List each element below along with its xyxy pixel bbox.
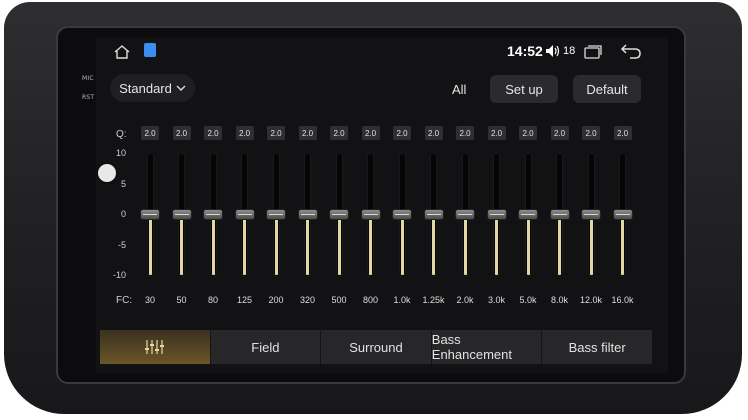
band-frequency-label: 1.25k [422,295,445,305]
preset-label: Standard [119,80,172,96]
tab-bass-filter[interactable]: Bass filter [542,330,652,364]
tab-surround[interactable]: Surround [321,330,432,364]
band-slider-knob[interactable] [204,209,222,219]
band-frequency-label: 2.0k [456,295,474,305]
home-icon[interactable] [114,45,130,59]
band-slider-knob[interactable] [519,209,537,219]
band-frequency-label: 50 [176,295,187,305]
band-slider-knob[interactable] [330,209,348,219]
band-slider-fill [337,218,341,275]
band-frequency-label: 200 [268,295,284,305]
q-value-box[interactable]: 2.0 [424,126,443,140]
band-slider-fill [495,218,498,275]
band-slider-knob[interactable] [582,209,600,219]
band-frequency-label: 80 [207,295,218,305]
q-value-box[interactable]: 2.0 [172,126,191,140]
side-panel-handle[interactable] [98,164,116,182]
band-slider-knob[interactable] [550,209,569,219]
preset-dropdown[interactable]: Standard [110,74,195,102]
band-slider-fill [558,218,561,275]
band-frequency-label: 500 [331,295,347,305]
eq-tab-bar: Field Surround Bass Enhancement Bass fil… [100,330,652,364]
band-slider-fill [369,218,372,275]
q-value-box[interactable]: 2.0 [519,126,537,140]
band-slider-knob[interactable] [235,209,254,219]
band-slider-knob[interactable] [172,209,191,219]
q-row-label: Q: [116,129,127,140]
band-slider-knob[interactable] [487,209,506,219]
gain-tick-label: 10 [115,148,126,158]
mic-label: MIC [82,75,94,82]
default-button[interactable]: Default [573,75,641,103]
gain-tick-label: -5 [117,239,126,250]
q-value-box[interactable]: 2.0 [613,126,632,140]
gain-tick-label: -10 [112,270,126,280]
band-frequency-label: 8.0k [550,295,568,305]
equalizer-icon [144,340,164,354]
all-toggle[interactable]: All [452,82,466,97]
band-frequency-label: 16.0k [611,295,634,305]
band-slider-fill [148,218,152,275]
setup-button[interactable]: Set up [490,75,558,103]
app-icon[interactable] [144,43,156,57]
volume-level: 18 [563,45,576,57]
q-value-box[interactable]: 2.0 [393,126,411,140]
gain-tick-label: 0 [120,209,126,219]
band-slider-fill [180,218,183,275]
volume-icon[interactable] [545,44,561,58]
tab-equalizer[interactable] [100,330,211,364]
status-bar: 14:52 18 [96,37,668,65]
q-value-box[interactable]: 2.0 [267,126,285,140]
band-slider-knob[interactable] [361,209,380,219]
q-value-box[interactable]: 2.0 [204,126,222,140]
band-frequency-label: 125 [236,295,253,305]
back-icon[interactable] [620,43,642,59]
band-slider-knob[interactable] [393,209,411,219]
band-frequency-label: 5.0k [519,295,537,305]
band-slider-knob[interactable] [456,209,474,219]
clock: 14:52 [507,43,543,59]
tab-field[interactable]: Field [211,330,322,364]
band-slider-knob[interactable] [141,209,159,219]
band-frequency-label: 12.0k [579,295,603,305]
band-slider-knob[interactable] [267,209,285,219]
band-slider-fill [432,218,435,275]
eq-screen: 14:52 18 Standard All Set up Default Q: … [96,37,668,373]
q-value-box[interactable]: 2.0 [550,126,569,140]
rst-label[interactable]: RST [82,94,94,101]
q-value-box[interactable]: 2.0 [582,126,600,140]
band-slider-fill [589,218,593,275]
fc-row-label: FC: [116,295,133,306]
q-value-box[interactable]: 2.0 [235,126,254,140]
band-frequency-label: 1.0k [393,295,411,305]
band-frequency-label: 30 [144,295,155,305]
window-icon[interactable] [584,45,602,59]
q-value-box[interactable]: 2.0 [330,126,348,140]
band-slider-knob[interactable] [424,209,443,219]
band-slider-knob[interactable] [298,209,317,219]
band-frequency-label: 320 [299,295,316,305]
band-frequency-label: 800 [362,295,379,305]
band-slider-fill [400,218,404,275]
band-slider-knob[interactable] [613,209,632,219]
tab-bass-enhancement[interactable]: Bass Enhancement [432,330,543,364]
q-value-box[interactable]: 2.0 [456,126,474,140]
chevron-down-icon [176,85,186,91]
band-slider-fill [526,218,530,275]
band-frequency-label: 3.0k [487,295,505,305]
band-slider-fill [306,218,309,275]
q-value-box[interactable]: 2.0 [298,126,317,140]
band-slider-fill [243,218,246,275]
band-slider-fill [274,218,278,275]
band-slider-fill [463,218,467,275]
q-value-box[interactable]: 2.0 [141,126,159,140]
q-value-box[interactable]: 2.0 [487,126,506,140]
band-slider-fill [621,218,624,275]
band-slider-fill [211,218,215,275]
q-value-box[interactable]: 2.0 [361,126,380,140]
